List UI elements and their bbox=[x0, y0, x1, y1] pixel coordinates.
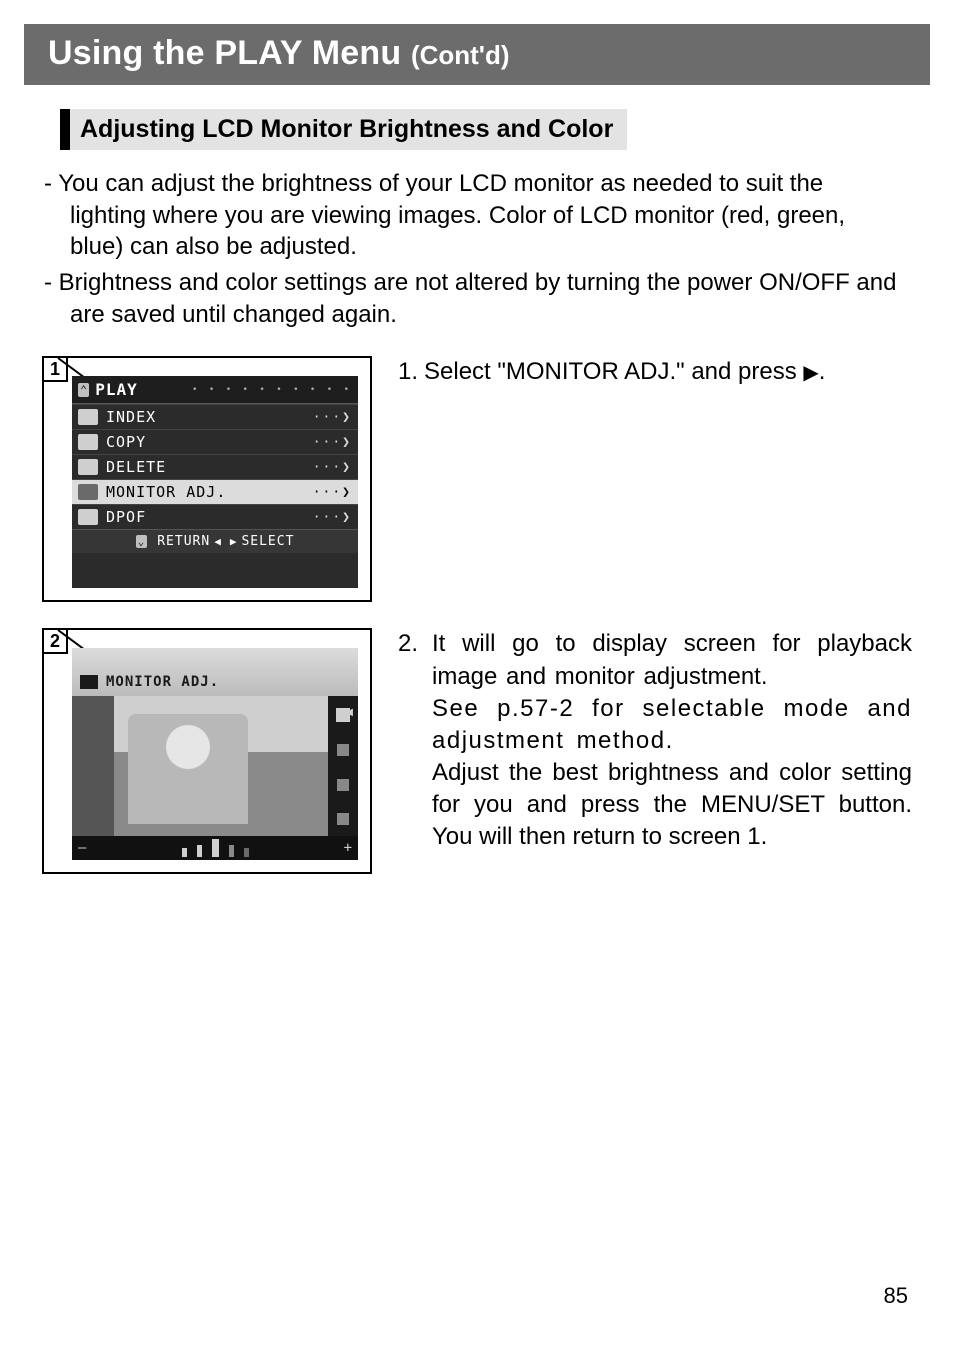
step-1-tail: . bbox=[819, 358, 826, 385]
step-1-text: 1.Select "MONITOR ADJ." and press ▶. bbox=[398, 356, 912, 388]
page-number: 85 bbox=[884, 1283, 908, 1309]
step-2-number: 2. bbox=[398, 628, 432, 692]
lcd-adjust-screen: MONITOR ADJ. – bbox=[72, 648, 358, 860]
menu-item-label: DELETE bbox=[106, 458, 313, 476]
submenu-arrow-icon: ···❯ bbox=[313, 435, 352, 450]
photo-person-shape bbox=[128, 714, 248, 824]
submenu-arrow-icon: ···❯ bbox=[313, 510, 352, 525]
channel-square bbox=[337, 779, 349, 791]
triangle-right-icon: ▶ bbox=[803, 362, 818, 384]
intro-block: - You can adjust the brightness of your … bbox=[42, 168, 912, 330]
triangle-left-icon: ◀ bbox=[214, 535, 222, 548]
brightness-slider: – + bbox=[72, 836, 358, 860]
menu-item-label: COPY bbox=[106, 433, 313, 451]
menu-item-label: MONITOR ADJ. bbox=[106, 483, 313, 501]
step-1-body: Select "MONITOR ADJ." and press bbox=[424, 358, 803, 385]
menu-item-monitor-adj: MONITOR ADJ. ···❯ bbox=[72, 479, 358, 504]
adjust-screen-label-text: MONITOR ADJ. bbox=[106, 674, 219, 690]
step-2-line-2: See p.57-2 for selectable mode and adjus… bbox=[398, 693, 912, 757]
triangle-right-icon: ▶ bbox=[230, 535, 238, 548]
photo-tree-shape bbox=[72, 696, 114, 836]
slider-minus-label: – bbox=[78, 840, 86, 856]
step-2-text: 2. It will go to display screen for play… bbox=[398, 628, 912, 853]
step-2-line-3: Adjust the best brightness and color set… bbox=[398, 757, 912, 853]
step-1-number: 1. bbox=[398, 356, 424, 388]
menu-item-copy: COPY ···❯ bbox=[72, 429, 358, 454]
submenu-arrow-icon: ···❯ bbox=[313, 485, 352, 500]
submenu-arrow-icon: ···❯ bbox=[313, 460, 352, 475]
delete-icon bbox=[78, 459, 98, 475]
intro-paragraph-1: - You can adjust the brightness of your … bbox=[44, 168, 900, 263]
lcd-footer: ⌄ RETURN ◀ ▶ SELECT bbox=[72, 529, 358, 553]
index-icon bbox=[78, 409, 98, 425]
color-channel-selector bbox=[328, 696, 358, 836]
dpof-icon bbox=[78, 509, 98, 525]
channel-square bbox=[337, 744, 349, 756]
header-dots-icon: • • • • • • • • • • bbox=[138, 385, 352, 395]
chevron-up-icon: ⌃ bbox=[78, 383, 89, 397]
step-2-line-1: It will go to display screen for playbac… bbox=[432, 628, 912, 692]
submenu-arrow-icon: ···❯ bbox=[313, 410, 352, 425]
lcd-menu-title: PLAY bbox=[95, 380, 138, 399]
monitor-adj-icon bbox=[80, 675, 98, 689]
lcd-menu: ⌃ PLAY • • • • • • • • • • INDEX ···❯ CO… bbox=[72, 376, 358, 588]
menu-item-label: DPOF bbox=[106, 508, 313, 526]
figure-2: 2 MONITOR ADJ. bbox=[42, 628, 372, 874]
chevron-down-icon: ⌄ bbox=[136, 535, 148, 548]
intro-paragraph-2: - Brightness and color settings are not … bbox=[44, 267, 900, 330]
playback-photo bbox=[72, 696, 328, 836]
footer-return-label: RETURN bbox=[157, 534, 210, 549]
menu-item-dpof: DPOF ···❯ bbox=[72, 504, 358, 529]
monitor-adj-icon bbox=[78, 484, 98, 500]
menu-item-delete: DELETE ···❯ bbox=[72, 454, 358, 479]
page-header: Using the PLAY Menu (Cont'd) bbox=[24, 24, 930, 85]
channel-square bbox=[337, 813, 349, 825]
adjust-screen-label: MONITOR ADJ. bbox=[80, 674, 219, 690]
header-title-main: Using the PLAY Menu bbox=[48, 34, 411, 72]
channel-square-active bbox=[336, 708, 350, 722]
slider-bars-icon bbox=[182, 839, 249, 857]
figure-1: 1 ⌃ PLAY • • • • • • • • • • INDEX ···❯ bbox=[42, 356, 372, 602]
slider-plus-label: + bbox=[344, 840, 352, 856]
menu-item-index: INDEX ···❯ bbox=[72, 404, 358, 429]
header-title-sub: (Cont'd) bbox=[411, 40, 510, 70]
menu-item-label: INDEX bbox=[106, 408, 313, 426]
footer-select-label: SELECT bbox=[241, 534, 294, 549]
section-subheading: Adjusting LCD Monitor Brightness and Col… bbox=[60, 109, 627, 150]
copy-icon bbox=[78, 434, 98, 450]
